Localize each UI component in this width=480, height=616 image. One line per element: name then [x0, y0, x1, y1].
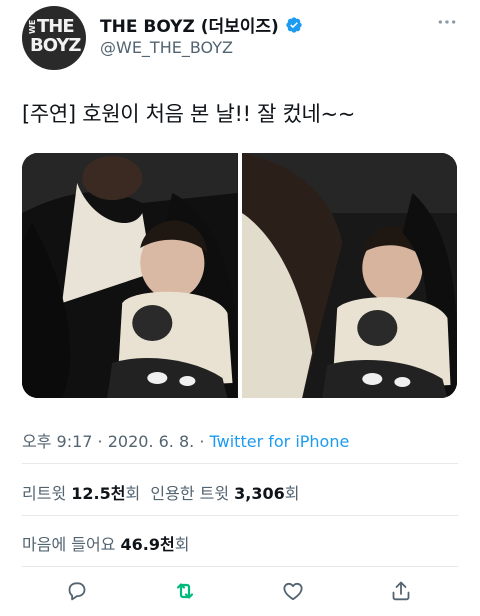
retweet-button[interactable]: [170, 576, 200, 606]
avatar[interactable]: WE THE BOYZ: [22, 6, 86, 70]
divider-bottom: [22, 566, 458, 567]
likes-count: 46.9천: [120, 535, 175, 554]
meta-separator-2: ·: [194, 432, 210, 451]
divider-middle: [22, 515, 458, 516]
divider-top: [22, 463, 458, 464]
quotes-count: 3,306: [234, 484, 285, 503]
more-dots-icon[interactable]: [432, 10, 462, 34]
tweet-action-bar: [0, 576, 480, 610]
tweet-time[interactable]: 오후 9:17: [22, 432, 92, 451]
heart-icon: [283, 582, 303, 601]
logo-line2: BOYZ: [30, 35, 81, 56]
reply-icon: [68, 582, 86, 601]
photo-2-illustration: [241, 153, 457, 398]
likes-label: 마음에 들어요: [22, 535, 116, 554]
meta-separator-1: ·: [92, 432, 108, 451]
retweets-label: 리트윗: [22, 484, 67, 503]
retweets-count: 12.5천: [71, 484, 126, 503]
share-icon: [392, 581, 410, 601]
reply-button[interactable]: [62, 576, 92, 606]
tweet-source-link[interactable]: Twitter for iPhone: [210, 432, 350, 451]
tweet-photo-2[interactable]: [241, 153, 457, 398]
quotes-unit: 회: [284, 484, 300, 503]
tweet-date[interactable]: 2020. 6. 8.: [108, 432, 195, 451]
retweets-unit: 회: [125, 484, 141, 503]
logo-small-text: WE: [28, 19, 37, 34]
logo-line1: THE: [37, 16, 75, 37]
display-name[interactable]: THE BOYZ (더보이즈): [100, 12, 279, 37]
likes-stat-row[interactable]: 마음에 들어요 46.9천회: [22, 531, 189, 555]
like-button[interactable]: [278, 576, 308, 606]
likes-unit: 회: [174, 535, 190, 554]
engagement-stats-row: 리트윗 12.5천회 인용한 트윗 3,306회: [22, 480, 300, 504]
the-boyz-logo: WE THE BOYZ: [28, 16, 81, 58]
author-handle[interactable]: @WE_THE_BOYZ: [100, 38, 233, 57]
verified-badge-icon: [285, 16, 303, 34]
share-button[interactable]: [386, 576, 416, 606]
retweet-icon: [176, 583, 194, 599]
tweet-photo-1[interactable]: [22, 153, 238, 398]
quotes-stat[interactable]: 인용한 트윗 3,306회: [150, 484, 299, 503]
tweet-timestamp: 오후 9:17 · 2020. 6. 8. · Twitter for iPho…: [22, 428, 349, 452]
tweet-text: [주연] 호원이 처음 본 날!! 잘 컸네~~: [22, 102, 356, 126]
retweets-stat[interactable]: 리트윗 12.5천회: [22, 484, 140, 503]
quotes-label: 인용한 트윗: [150, 484, 230, 503]
photo-1-illustration: [22, 153, 238, 398]
tweet-media[interactable]: [22, 153, 457, 398]
author-name-row[interactable]: THE BOYZ (더보이즈): [100, 12, 303, 37]
